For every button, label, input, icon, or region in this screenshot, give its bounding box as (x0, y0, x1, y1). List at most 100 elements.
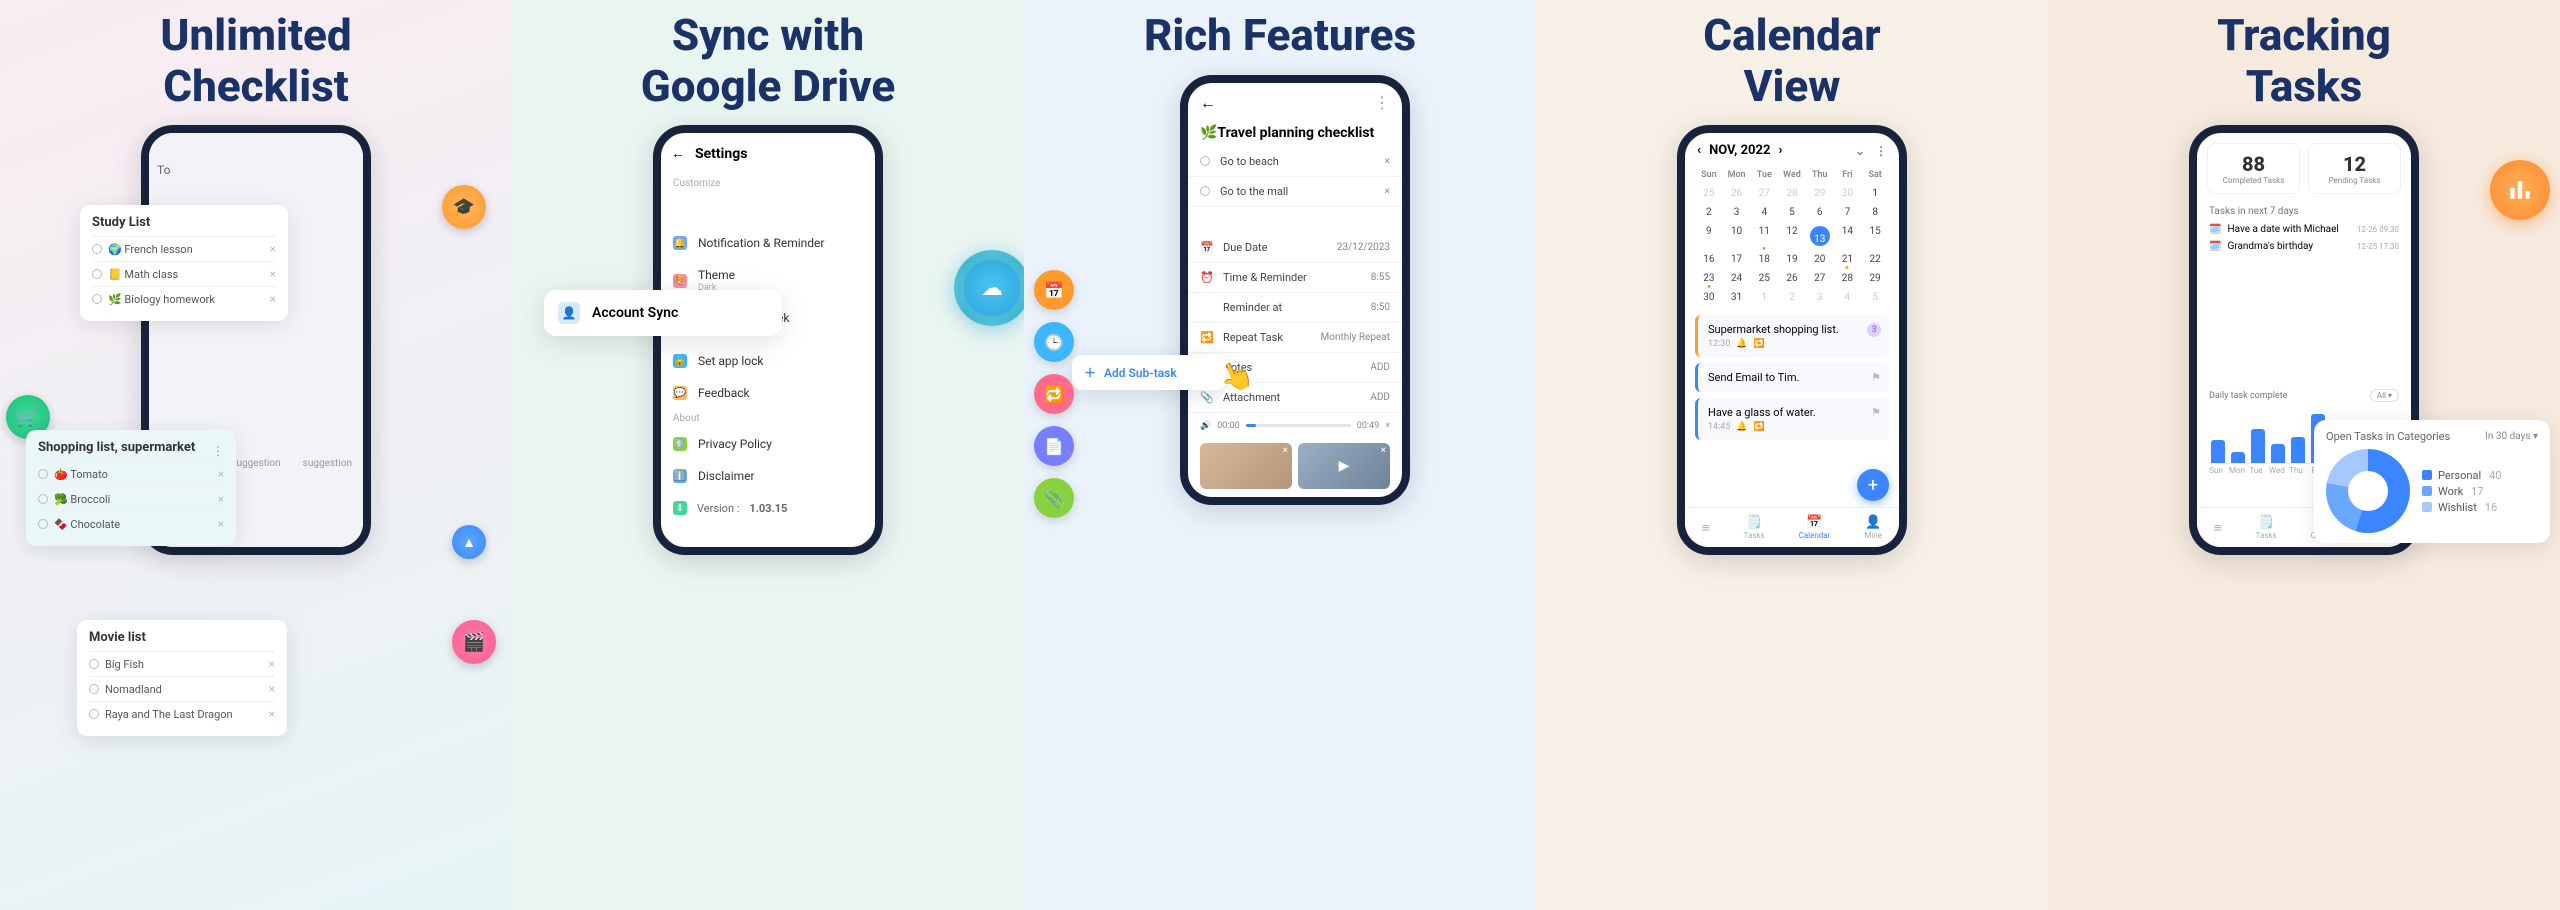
flag-icon[interactable]: ⚑ (1871, 371, 1881, 384)
remove-icon[interactable]: × (218, 492, 224, 506)
pending-stat: 12 Pending Tasks (2308, 143, 2401, 194)
more-icon[interactable]: ⋮ (212, 444, 224, 458)
feature-attach-icon: 📎 (1034, 478, 1074, 518)
back-icon[interactable]: ← (1200, 93, 1216, 113)
nav-mine[interactable]: 👤Mine (1864, 515, 1882, 540)
upcoming-task[interactable]: 🗓️Have a date with Michael12-26 09:30 (2209, 221, 2399, 238)
remove-icon[interactable]: × (269, 657, 275, 671)
repeat-icon: 🔁 (1754, 339, 1765, 349)
donut-chart (2326, 449, 2410, 533)
bar-filter-dropdown[interactable]: All ▾ (2370, 389, 2399, 402)
user-icon: 👤 (558, 302, 580, 324)
range-dropdown[interactable]: In 30 days ▾ (2485, 431, 2538, 442)
close-icon[interactable]: × (1283, 445, 1288, 456)
donut-title: Open Tasks in Categories (2326, 430, 2450, 443)
settings-disclaimer[interactable]: ℹ️Disclaimer (661, 460, 875, 492)
add-fab-button[interactable]: + (1857, 469, 1889, 501)
repeat-row[interactable]: 🔁Repeat TaskMonthly Repeat (1188, 323, 1402, 353)
plus-icon: ＋ (1084, 364, 1096, 381)
close-icon[interactable]: × (1381, 445, 1386, 456)
shopping-item[interactable]: 🥦 Broccoli (54, 493, 110, 506)
next-month-icon[interactable]: › (1778, 143, 1782, 158)
audio-start: 00:00 (1217, 421, 1239, 431)
nav-menu[interactable]: ≡ (1702, 520, 1710, 536)
study-list-card[interactable]: Study List 🌍 French lesson × 📒 Math class… (80, 205, 288, 321)
account-sync-card[interactable]: 👤 Account Sync (544, 290, 782, 336)
panel2-title: Sync with Google Drive (641, 10, 895, 111)
section-customize: Customize (661, 174, 875, 193)
completed-stat: 88 Completed Tasks (2207, 143, 2300, 194)
study-item[interactable]: 📒 Math class (108, 268, 178, 281)
bell-icon: 🔔 (1736, 422, 1747, 432)
sound-icon: 🔊 (1200, 421, 1211, 431)
remove-icon[interactable]: × (218, 467, 224, 481)
settings-feedback[interactable]: 💬Feedback (661, 377, 875, 409)
more-icon[interactable]: ⋮ (1374, 93, 1390, 112)
event-card[interactable]: Send Email to Tim. ⚑ (1695, 363, 1889, 392)
nav-menu[interactable]: ≡ (2214, 520, 2222, 536)
audio-end: 00:49 (1357, 421, 1379, 431)
back-icon[interactable]: ← (671, 145, 685, 162)
task-row[interactable]: Go to the mall× (1188, 177, 1402, 207)
study-item[interactable]: 🌍 French lesson (108, 243, 193, 256)
movie-title: Movie list (89, 630, 275, 645)
upcoming-task[interactable]: 🗓️Grandma's birthday12-25 17:30 (2209, 238, 2399, 255)
settings-privacy[interactable]: 🛡️Privacy Policy (661, 428, 875, 460)
bell-icon: 🔔 (1736, 339, 1747, 349)
panel4-title: Calendar View (1703, 10, 1880, 111)
month-label[interactable]: NOV, 2022 (1709, 143, 1770, 158)
study-title: Study List (92, 215, 276, 230)
remove-icon[interactable]: × (1385, 156, 1390, 167)
flag-icon[interactable]: ⚑ (1871, 406, 1881, 419)
study-item[interactable]: 🌿 Biology homework (108, 293, 215, 306)
shopping-list-card[interactable]: Shopping list, supermarket ⋮ 🍅 Tomato × 🥦… (26, 430, 236, 546)
settings-notification[interactable]: 🔔Notification & Reminder (661, 227, 875, 259)
more-icon[interactable]: ⋮ (1875, 144, 1887, 158)
nav-tasks[interactable]: 🗒️Tasks (1744, 515, 1765, 540)
event-title: Have a glass of water. (1708, 406, 1879, 419)
account-sync-label: Account Sync (592, 305, 678, 321)
panel1-title: Unlimited Checklist (160, 10, 351, 111)
nav-calendar[interactable]: 📅Calendar (1799, 515, 1831, 540)
reminder-at-row[interactable]: Reminder at8:50 (1188, 293, 1402, 323)
movie-badge-icon: 🎬 (452, 620, 496, 664)
shopping-title: Shopping list, supermarket (38, 440, 195, 455)
remove-icon[interactable]: × (270, 292, 276, 306)
settings-applock[interactable]: 🔒Set app lock (661, 345, 875, 377)
close-icon[interactable]: × (1385, 421, 1390, 431)
chevron-down-icon[interactable]: ⌄ (1855, 144, 1865, 158)
movie-list-card[interactable]: Movie list Big Fish × Nomadland × Raya and… (77, 620, 287, 736)
section-about: About (661, 409, 875, 428)
remove-icon[interactable]: × (218, 517, 224, 531)
due-date-row[interactable]: 📅Due Date23/12/2023 (1188, 233, 1402, 263)
prev-month-icon[interactable]: ‹ (1697, 143, 1701, 158)
donut-legend: Personal40 Work17 Wishlist16 (2422, 466, 2502, 517)
remove-icon[interactable]: × (269, 682, 275, 696)
movie-item[interactable]: Nomadland (105, 683, 162, 696)
remove-icon[interactable]: × (269, 707, 275, 721)
event-card[interactable]: Have a glass of water. ⚑ 14:45🔔🔁 (1695, 398, 1889, 440)
calendar-grid[interactable]: SunMonTueWedThuFriSat 2526272829301 2345… (1685, 168, 1899, 309)
feature-clock-icon: 🕒 (1034, 322, 1074, 362)
event-card[interactable]: Supermarket shopping list. 3 12:30🔔🔁 (1695, 315, 1889, 357)
movie-item[interactable]: Raya and The Last Dragon (105, 708, 233, 721)
feature-calendar-icon: 📅 (1034, 270, 1074, 310)
shopping-item[interactable]: 🍅 Tomato (54, 468, 108, 481)
attachment-thumb[interactable]: × (1200, 443, 1292, 489)
next-tasks-title: Tasks in next 7 days (2209, 206, 2399, 217)
add-subtask-button[interactable]: ＋ Add Sub-task (1072, 355, 1226, 390)
audio-player[interactable]: 🔊 00:00 00:49 × (1188, 413, 1402, 439)
attachment-thumb[interactable]: ▶× (1298, 443, 1390, 489)
shopping-item[interactable]: 🍫 Chocolate (54, 518, 120, 531)
remove-icon[interactable]: × (1385, 186, 1390, 197)
remove-icon[interactable]: × (270, 267, 276, 281)
kb-suggestion: suggestion (303, 458, 352, 469)
event-title: Supermarket shopping list. (1708, 323, 1879, 336)
task-row[interactable]: Go to beach× (1188, 147, 1402, 177)
movie-item[interactable]: Big Fish (105, 658, 144, 671)
categories-donut-card[interactable]: Open Tasks in Categories In 30 days ▾ Pe… (2314, 420, 2550, 543)
remove-icon[interactable]: × (270, 242, 276, 256)
time-reminder-row[interactable]: ⏰Time & Reminder8:55 (1188, 263, 1402, 293)
nav-tasks[interactable]: 🗒️Tasks (2256, 515, 2277, 540)
bottom-nav: ≡ 🗒️Tasks 📅Calendar 👤Mine (1685, 507, 1899, 547)
